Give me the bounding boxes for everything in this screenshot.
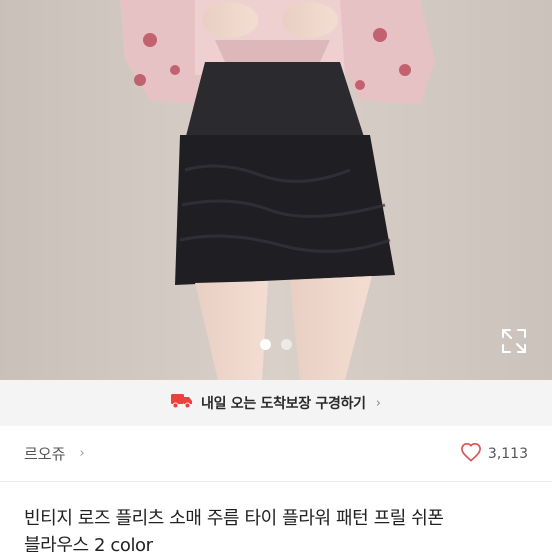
truck-icon [171,393,193,413]
seller-row: 르오쥬 › 3,113 [0,426,552,482]
product-title-line-2: 블라우스 2 color [24,535,153,552]
carousel-indicator [0,339,552,350]
like-button[interactable]: 3,113 [460,442,528,466]
product-title: 빈티지 로즈 플리츠 소매 주름 타이 플라워 패턴 프릴 쉬폰 블라우스 2 … [24,505,534,552]
chevron-right-icon: › [375,395,381,411]
carousel-dot[interactable] [281,339,292,350]
chevron-right-icon: › [79,446,85,461]
like-count: 3,113 [487,445,528,462]
carousel-dot-active[interactable] [260,339,271,350]
product-photo[interactable] [0,0,552,380]
seller-name: 르오쥬 [24,445,66,463]
delivery-banner-text: 내일 오는 도착보장 구경하기 [201,396,366,412]
delivery-guarantee-banner[interactable]: 내일 오는 도착보장 구경하기 › [0,380,552,426]
product-photo-illustration [0,0,552,380]
heart-icon [460,442,482,466]
seller-link[interactable]: 르오쥬 › [24,443,85,464]
expand-icon[interactable] [500,327,528,355]
product-title-line-1: 빈티지 로즈 플리츠 소매 주름 타이 플라워 패턴 프릴 쉬폰 [24,508,444,529]
